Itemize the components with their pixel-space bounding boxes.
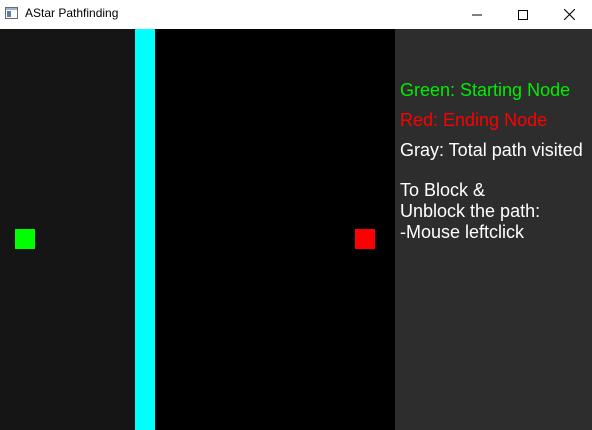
close-button[interactable] (546, 0, 592, 29)
instructions: To Block & Unblock the path: -Mouse left… (400, 180, 540, 243)
window-title: AStar Pathfinding (25, 6, 119, 20)
wall-column[interactable] (135, 29, 155, 430)
legend-end-node: Red: Ending Node (400, 110, 548, 130)
maximize-icon (518, 9, 528, 20)
legend-visited-path: Gray: Total path visited (400, 140, 583, 160)
close-icon (563, 9, 575, 20)
pathfinding-canvas[interactable]: Green: Starting Node Red: Ending Node Gr… (0, 29, 592, 430)
app-window-icon (5, 7, 18, 19)
info-panel: Green: Starting Node Red: Ending Node Gr… (395, 29, 592, 430)
instructions-line-2: Unblock the path: (400, 201, 541, 221)
end-node[interactable] (355, 229, 375, 249)
title-bar[interactable]: AStar Pathfinding (0, 0, 592, 29)
minimize-icon (472, 14, 482, 15)
instructions-line-1: To Block & (400, 180, 486, 200)
start-node[interactable] (15, 229, 35, 249)
legend-start-node: Green: Starting Node (400, 80, 571, 100)
maximize-button[interactable] (500, 0, 546, 29)
instructions-line-3: -Mouse leftclick (400, 222, 525, 242)
app-window: AStar Pathfinding Green: Starting Node R… (0, 0, 592, 430)
minimize-button[interactable] (454, 0, 500, 29)
